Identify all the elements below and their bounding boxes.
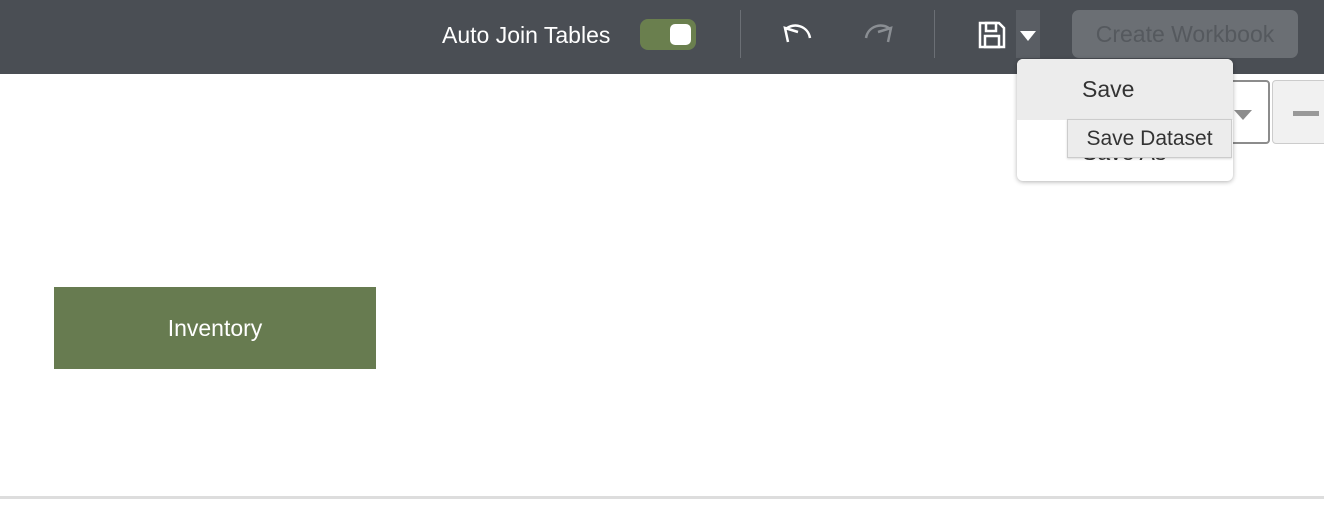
create-workbook-button[interactable]: Create Workbook	[1072, 10, 1298, 58]
undo-icon[interactable]	[782, 20, 814, 48]
save-icon[interactable]	[977, 20, 1007, 50]
menu-item-save[interactable]: Save	[1017, 59, 1233, 120]
save-options-caret-icon[interactable]	[1016, 10, 1040, 58]
zoom-out-button[interactable]	[1272, 80, 1324, 144]
divider	[0, 496, 1324, 499]
divider	[740, 10, 741, 58]
auto-join-label: Auto Join Tables	[442, 22, 611, 48]
auto-join-toggle[interactable]	[640, 19, 696, 50]
divider	[934, 10, 935, 58]
redo-icon[interactable]	[862, 20, 894, 48]
toggle-knob	[670, 24, 691, 45]
tooltip: Save Dataset	[1067, 119, 1232, 158]
table-node-inventory[interactable]: Inventory	[54, 287, 376, 369]
